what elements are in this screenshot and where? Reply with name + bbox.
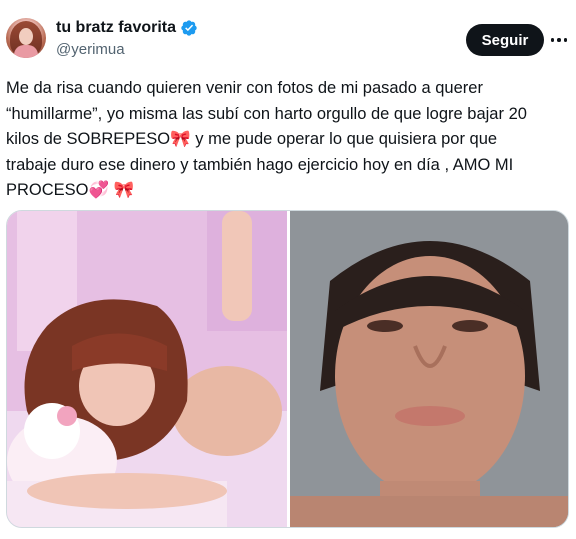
photo-left[interactable] bbox=[7, 211, 287, 527]
avatar[interactable] bbox=[6, 18, 46, 58]
user-handle[interactable]: @yerimua bbox=[56, 40, 125, 60]
display-name[interactable]: tu bratz favorita bbox=[56, 18, 176, 38]
tweet-text-line: kilos de SOBREPESO🎀 y me pude operar lo … bbox=[6, 130, 498, 148]
display-name-row[interactable]: tu bratz favorita bbox=[56, 18, 198, 38]
photo-left-illustration bbox=[7, 211, 287, 527]
more-options-icon[interactable] bbox=[546, 30, 572, 50]
photo-right-illustration bbox=[290, 211, 568, 527]
verified-badge-icon bbox=[181, 20, 197, 36]
tweet-text: Me da risa cuando quieren venir con foto… bbox=[6, 76, 572, 204]
tweet-media-grid bbox=[6, 210, 569, 528]
follow-button[interactable]: Seguir bbox=[466, 24, 544, 56]
tweet-text-line: PROCESO💞 🎀 bbox=[6, 181, 135, 199]
tweet-header: tu bratz favorita @yerimua Seguir bbox=[0, 0, 576, 76]
tweet-text-line: “humillarme”, yo misma las subí con hart… bbox=[6, 104, 527, 123]
tweet-text-line: Me da risa cuando quieren venir con foto… bbox=[6, 79, 483, 97]
tweet-text-line: trabaje duro ese dinero y también hago e… bbox=[6, 155, 514, 174]
photo-right[interactable] bbox=[290, 211, 568, 527]
